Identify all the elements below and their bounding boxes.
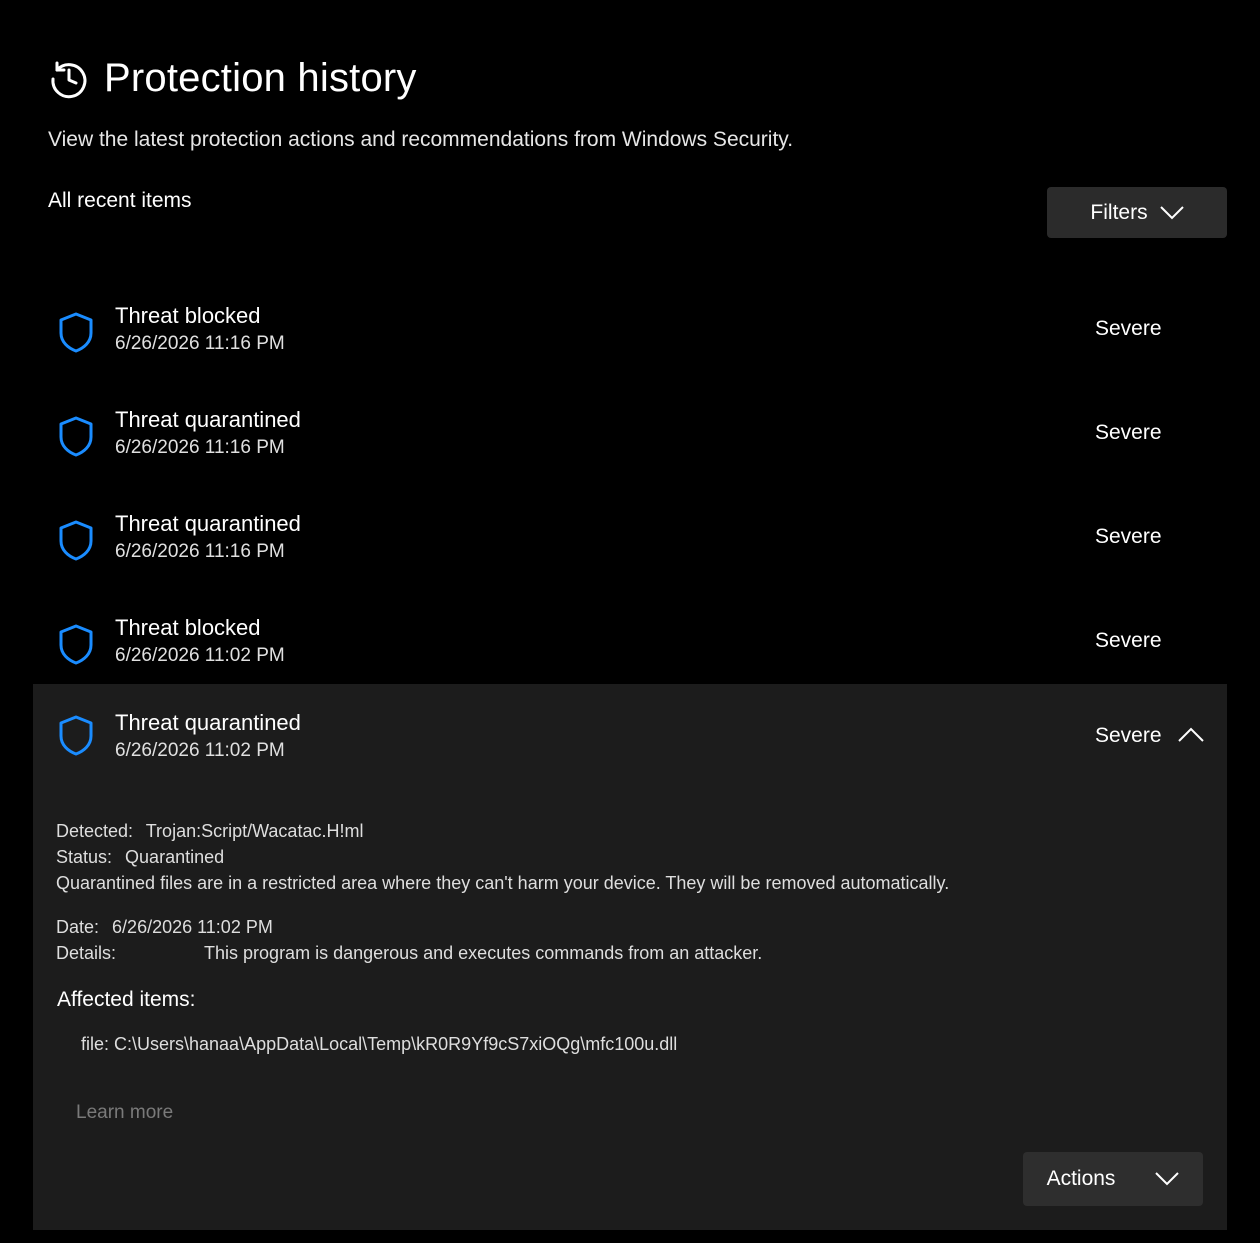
item-title: Threat quarantined [115, 511, 301, 536]
item-title: Threat quarantined [115, 407, 301, 432]
learn-more-link[interactable]: Learn more [76, 1102, 173, 1124]
affected-items-heading: Affected items: [57, 988, 196, 1011]
affected-file-path: file: C:\Users\hanaa\AppData\Local\Temp\… [81, 1034, 678, 1054]
item-date: 6/26/2026 11:16 PM [115, 437, 285, 458]
item-date: 6/26/2026 11:02 PM [115, 740, 285, 761]
actions-button[interactable]: Actions [1023, 1152, 1203, 1206]
page-title: Protection history [104, 56, 417, 100]
severity-label: Severe [1095, 724, 1162, 747]
list-item[interactable]: Threat quarantined 6/26/2026 11:16 PM Se… [33, 501, 1227, 605]
item-date: 6/26/2026 11:16 PM [115, 333, 285, 354]
history-icon [51, 61, 87, 98]
date-label: Date: [56, 917, 100, 937]
item-title: Threat blocked [115, 303, 261, 328]
shield-icon [59, 416, 93, 457]
protection-history-page: Protection history View the latest prote… [0, 0, 1260, 1243]
filters-label: Filters [1090, 200, 1148, 224]
date-value: 6/26/2026 11:02 PM [112, 917, 273, 937]
expanded-item-header[interactable]: Threat quarantined 6/26/2026 11:02 PM Se… [33, 684, 1227, 788]
expanded-list-item: Threat quarantined 6/26/2026 11:02 PM Se… [33, 684, 1227, 1230]
page-header: Protection history [48, 56, 417, 101]
chevron-up-icon[interactable] [1178, 727, 1204, 743]
severity-label: Severe [1095, 525, 1162, 548]
shield-icon [59, 520, 93, 561]
severity-label: Severe [1095, 629, 1162, 652]
details-row: Details: This program is dangerous and ex… [56, 943, 762, 964]
status-label: Status: [56, 847, 113, 867]
detected-value: Trojan:Script/Wacatac.H!ml [145, 821, 364, 841]
page-subtitle: View the latest protection actions and r… [48, 128, 794, 151]
item-title: Threat quarantined [115, 710, 301, 735]
item-date: 6/26/2026 11:02 PM [115, 645, 285, 666]
detected-label: Detected: [56, 821, 134, 841]
details-label: Details: [56, 943, 117, 963]
details-value: This program is dangerous and executes c… [204, 943, 763, 963]
severity-label: Severe [1095, 317, 1162, 340]
list-item[interactable]: Threat quarantined 6/26/2026 11:16 PM Se… [33, 397, 1227, 501]
shield-icon [59, 312, 93, 353]
status-note: Quarantined files are in a restricted ar… [56, 873, 950, 893]
shield-icon [59, 624, 93, 665]
filters-button[interactable]: Filters [1047, 187, 1227, 238]
actions-label: Actions [1046, 1167, 1116, 1190]
list-item[interactable]: Threat blocked 6/26/2026 11:16 PM Severe [33, 293, 1227, 397]
chevron-down-icon [1155, 1172, 1180, 1186]
status-value: Quarantined [125, 847, 225, 867]
chevron-down-icon [1159, 205, 1184, 219]
date-row: Date: 6/26/2026 11:02 PM [56, 917, 273, 938]
item-date: 6/26/2026 11:16 PM [115, 541, 285, 562]
item-title: Threat blocked [115, 615, 261, 640]
severity-label: Severe [1095, 421, 1162, 444]
section-label: All recent items [48, 189, 192, 212]
shield-icon [59, 715, 93, 756]
detected-row: Detected: Trojan:Script/Wacatac.H!ml [56, 821, 363, 842]
status-row: Status: Quarantined [56, 847, 224, 868]
